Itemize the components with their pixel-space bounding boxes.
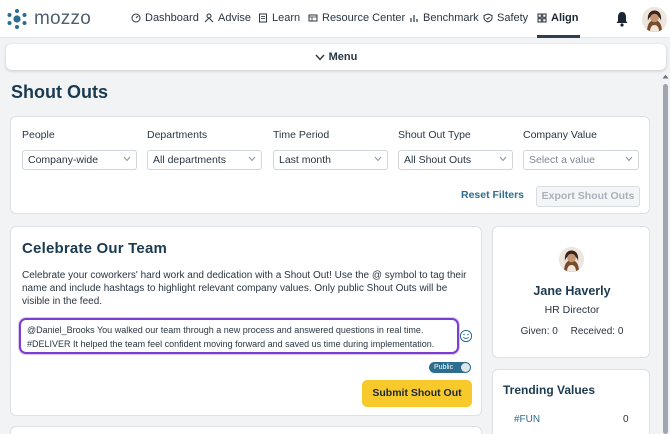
- chevron-down-icon: [374, 156, 382, 162]
- shout-out-feed-card: [10, 426, 482, 434]
- avatar-photo-icon: [559, 247, 584, 272]
- nav-benchmark[interactable]: Benchmark: [409, 12, 479, 24]
- emoji-picker-button[interactable]: [459, 323, 475, 349]
- align-icon: [537, 13, 547, 23]
- nav-resource-center[interactable]: Resource Center: [308, 12, 405, 24]
- scrollbar-thumb[interactable]: [663, 84, 668, 434]
- trending-value-count: 0: [623, 414, 629, 425]
- bell-icon: [616, 12, 628, 27]
- nav-safety[interactable]: Safety: [483, 12, 528, 24]
- nav-dashboard[interactable]: Dashboard: [131, 12, 199, 24]
- time-period-select-value: Last month: [279, 154, 331, 166]
- menu-label: Menu: [328, 51, 358, 63]
- chevron-down-icon: [625, 156, 633, 162]
- nav-align[interactable]: Align: [537, 12, 579, 24]
- nav-label: Safety: [497, 12, 529, 24]
- departments-label: Departments: [147, 129, 208, 141]
- mozzo-logo[interactable]: mozzo: [6, 8, 96, 30]
- shout-out-text-line-2: #DELIVER It helped the team feel confide…: [27, 339, 435, 349]
- scroll-up-arrow-icon[interactable]: [662, 74, 669, 79]
- time-period-select[interactable]: Last month: [273, 150, 388, 170]
- shout-out-type-label: Shout Out Type: [398, 129, 471, 141]
- departments-select-value: All departments: [153, 154, 226, 166]
- profile-role: HR Director: [544, 304, 600, 316]
- chevron-down-icon: [123, 156, 131, 162]
- trending-values-card: Trending Values #FUN 0: [492, 369, 650, 434]
- profile-name: Jane Haverly: [533, 284, 611, 298]
- profile-stats: Given: 0 Received: 0: [493, 326, 651, 337]
- shout-out-text-input[interactable]: @Daniel_Brooks You walked our team throu…: [19, 318, 459, 354]
- nav-advise[interactable]: Advise: [204, 12, 251, 24]
- departments-select[interactable]: All departments: [147, 150, 262, 170]
- avatar-photo-icon: [642, 7, 667, 32]
- menu-toggle-button[interactable]: Menu: [6, 44, 666, 70]
- trending-values-title: Trending Values: [503, 383, 596, 397]
- people-select-value: Company-wide: [28, 154, 99, 166]
- chevron-down-icon: [499, 156, 507, 162]
- nav-label: Benchmark: [423, 12, 479, 24]
- chevron-down-icon: [248, 156, 256, 162]
- nav-label: Resource Center: [322, 12, 406, 24]
- company-value-label: Company Value: [523, 129, 597, 141]
- received-count: Received: 0: [570, 326, 624, 337]
- trending-value-link[interactable]: #FUN: [514, 414, 540, 425]
- logo-mark-icon: [7, 9, 27, 29]
- learn-icon: [259, 13, 267, 23]
- filters-panel: People Company-wide Departments All depa…: [10, 116, 650, 214]
- nav-label: Learn: [272, 12, 301, 24]
- reset-filters-link[interactable]: Reset Filters: [461, 189, 524, 201]
- public-visibility-toggle[interactable]: Public: [429, 362, 471, 373]
- celebrate-team-card: Celebrate Our Team Celebrate your cowork…: [10, 226, 482, 416]
- celebrate-description: Celebrate your coworkers' hard work and …: [22, 270, 467, 307]
- people-select[interactable]: Company-wide: [22, 150, 137, 170]
- export-shout-outs-button[interactable]: Export Shout Outs: [536, 186, 640, 207]
- shout-out-text-line-1: @Daniel_Brooks You walked our team throu…: [27, 325, 424, 335]
- logo-text: mozzo: [34, 8, 91, 29]
- given-count: Given: 0: [520, 326, 558, 337]
- dashboard-icon: [131, 13, 141, 23]
- submit-shout-out-button[interactable]: Submit Shout Out: [362, 380, 472, 407]
- company-value-select[interactable]: Select a value: [523, 150, 639, 170]
- time-period-label: Time Period: [273, 129, 330, 141]
- celebrate-title: Celebrate Our Team: [22, 240, 168, 257]
- page-title: Shout Outs: [11, 82, 108, 102]
- smiley-icon: [459, 329, 473, 343]
- chevron-down-icon: [315, 54, 325, 61]
- company-value-select-placeholder: Select a value: [529, 154, 595, 166]
- people-label: People: [22, 129, 55, 141]
- nav-label: Advise: [218, 12, 252, 24]
- profile-avatar: [559, 247, 584, 272]
- nav-learn[interactable]: Learn: [258, 12, 300, 24]
- profile-card: Jane Haverly HR Director Given: 0 Receiv…: [492, 226, 650, 358]
- toggle-knob: [461, 363, 470, 372]
- nav-label: Align: [551, 12, 579, 24]
- shout-out-type-select-value: All Shout Outs: [404, 154, 472, 166]
- nav-label: Dashboard: [145, 12, 199, 24]
- advise-icon: [204, 13, 214, 23]
- safety-icon: [483, 13, 493, 23]
- shout-out-type-select[interactable]: All Shout Outs: [398, 150, 513, 170]
- resource-center-icon: [308, 14, 318, 22]
- user-avatar[interactable]: [642, 7, 667, 32]
- top-navigation: mozzo Dashboard Advise Learn Resource Ce…: [0, 0, 670, 38]
- benchmark-icon: [410, 15, 418, 22]
- notifications-button[interactable]: [615, 11, 629, 32]
- active-tab-indicator: [537, 35, 580, 38]
- public-toggle-label: Public: [434, 364, 454, 371]
